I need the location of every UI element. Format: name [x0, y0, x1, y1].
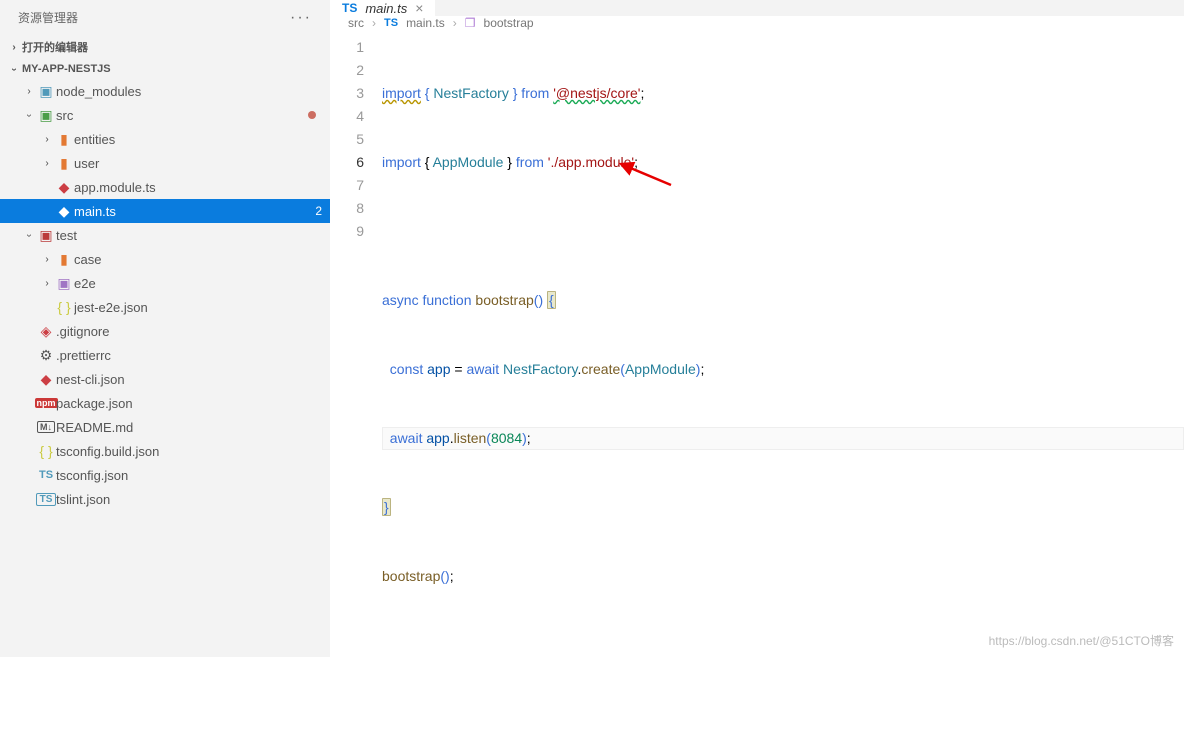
ts-file-icon: TS: [342, 1, 357, 15]
ts-file-icon: TS: [384, 17, 398, 29]
breadcrumb-item[interactable]: main.ts: [406, 16, 445, 30]
folder-icon: ▣: [36, 107, 56, 124]
tab-bar: TS main.ts ×: [330, 0, 1184, 16]
folder-icon: ▣: [36, 83, 56, 100]
tree-file-jest-e2e[interactable]: { }jest-e2e.json: [0, 295, 330, 319]
tree-file-tsconfig[interactable]: TStsconfig.json: [0, 463, 330, 487]
folder-icon: ▮: [54, 251, 74, 268]
tab-label: main.ts: [365, 1, 407, 16]
tree-folder-case[interactable]: ›▮case: [0, 247, 330, 271]
dirty-indicator-icon: [308, 111, 316, 119]
sidebar-title: 资源管理器: [18, 9, 78, 26]
chevron-down-icon: ›: [9, 61, 20, 77]
sidebar-header: 资源管理器 ···: [0, 0, 330, 35]
close-icon[interactable]: ×: [415, 0, 423, 16]
ts-file-icon: ◆: [54, 203, 74, 220]
npm-file-icon: npm: [36, 398, 56, 408]
more-actions-icon[interactable]: ···: [290, 9, 312, 27]
open-editors-section[interactable]: › 打开的编辑器: [0, 35, 330, 59]
watermark-text: https://blog.csdn.net/@51CTO博客: [989, 632, 1174, 649]
json-file-icon: { }: [36, 443, 56, 459]
tree-file-main-ts[interactable]: ◆main.ts2: [0, 199, 330, 223]
project-name: MY-APP-NESTJS: [22, 63, 111, 75]
open-editors-label: 打开的编辑器: [22, 39, 88, 55]
line-gutter: 123 45 6 789: [330, 30, 382, 749]
folder-icon: ▣: [54, 275, 74, 292]
ts-file-icon: TS: [36, 469, 56, 481]
chevron-right-icon: ›: [453, 16, 457, 30]
breadcrumb-item[interactable]: bootstrap: [484, 16, 534, 30]
tree-file-prettierrc[interactable]: ⚙.prettierrc: [0, 343, 330, 367]
json-file-icon: { }: [54, 299, 74, 315]
md-file-icon: M↓: [36, 421, 56, 433]
tree-file-tsconfig-build[interactable]: { }tsconfig.build.json: [0, 439, 330, 463]
ts-file-icon: TS: [36, 493, 56, 506]
ts-file-icon: ◆: [54, 179, 74, 196]
folder-icon: ▮: [54, 131, 74, 148]
tree-file-readme[interactable]: M↓README.md: [0, 415, 330, 439]
tree-folder-e2e[interactable]: ›▣e2e: [0, 271, 330, 295]
nest-file-icon: ◆: [36, 371, 56, 388]
tree-file-nest-cli[interactable]: ◆nest-cli.json: [0, 367, 330, 391]
tree-folder-src[interactable]: ›▣src: [0, 103, 330, 127]
breadcrumb[interactable]: src › TS main.ts › ❒ bootstrap: [330, 16, 1184, 30]
method-icon: ❒: [465, 16, 476, 30]
tree-folder-node-modules[interactable]: ›▣node_modules: [0, 79, 330, 103]
tree-file-app-module[interactable]: ◆app.module.ts: [0, 175, 330, 199]
problems-badge: 2: [315, 204, 322, 218]
chevron-right-icon: ›: [6, 42, 22, 53]
project-section[interactable]: › MY-APP-NESTJS: [0, 59, 330, 79]
git-file-icon: ◈: [36, 323, 56, 340]
tab-main-ts[interactable]: TS main.ts ×: [330, 0, 436, 16]
breadcrumb-item[interactable]: src: [348, 16, 364, 30]
tree-folder-test[interactable]: ›▣test: [0, 223, 330, 247]
file-tree: ›▣node_modules ›▣src ›▮entities ›▮user ◆…: [0, 79, 330, 511]
tree-file-gitignore[interactable]: ◈.gitignore: [0, 319, 330, 343]
config-file-icon: ⚙: [36, 347, 56, 364]
folder-icon: ▮: [54, 155, 74, 172]
tree-file-tslint[interactable]: TStslint.json: [0, 487, 330, 511]
editor-area: TS main.ts × src › TS main.ts › ❒ bootst…: [330, 0, 1184, 657]
tree-folder-user[interactable]: ›▮user: [0, 151, 330, 175]
chevron-right-icon: ›: [372, 16, 376, 30]
tree-file-package-json[interactable]: npmpackage.json: [0, 391, 330, 415]
folder-icon: ▣: [36, 227, 56, 244]
explorer-sidebar: 资源管理器 ··· › 打开的编辑器 › MY-APP-NESTJS ›▣nod…: [0, 0, 330, 657]
tree-folder-entities[interactable]: ›▮entities: [0, 127, 330, 151]
